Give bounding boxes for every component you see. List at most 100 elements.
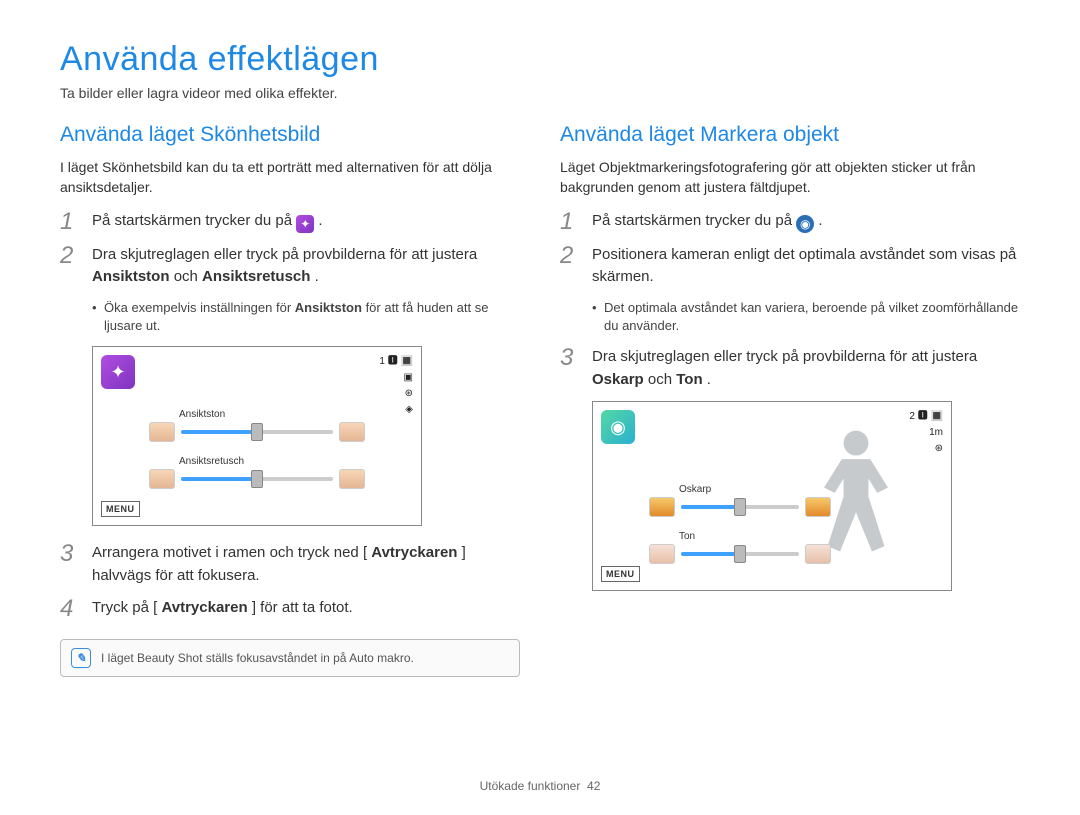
steps-beauty: 1 På startskärmen trycker du på ✦ . 2 Dr… <box>60 210 520 289</box>
page-subtitle: Ta bilder eller lagra videor med olika e… <box>60 85 1020 101</box>
step4-post: ] för att ta fotot. <box>252 599 353 616</box>
step-text: Dra skjutreglagen eller tryck på provbil… <box>592 346 1020 391</box>
bullet-list-object: Det optimala avståndet kan variera, bero… <box>592 299 1020 337</box>
step3-pre: Dra skjutreglagen eller tryck på provbil… <box>592 348 977 365</box>
slider-track[interactable] <box>681 505 799 509</box>
bullet-item: Öka exempelvis inställningen för Ansikts… <box>92 299 520 337</box>
step2-bold2: Ansiktsretusch <box>202 268 310 285</box>
step-text: På startskärmen trycker du på ✦ . <box>92 210 520 234</box>
camera-screen-beauty: ✦ 1 🅸 🔳 ▣ ⊛ ◈ Ansiktston <box>92 346 422 526</box>
flash-icon: ⊛ <box>379 387 413 401</box>
beauty-mode-icon: ✦ <box>296 215 314 233</box>
footer-page-number: 42 <box>587 779 600 793</box>
steps-object: 1 På startskärmen trycker du på ◉ . 2 Po… <box>560 210 1020 289</box>
sample-thumb-left[interactable] <box>149 422 175 442</box>
status-count-value: 1 <box>379 356 385 367</box>
slider-face-tone[interactable]: Ansiktston <box>149 409 365 442</box>
footer-section: Utökade funktioner <box>480 779 581 793</box>
step-1: 1 På startskärmen trycker du på ✦ . <box>60 210 520 234</box>
sample-thumb-left[interactable] <box>149 469 175 489</box>
left-column: Använda läget Skönhetsbild I läget Skönh… <box>60 123 520 677</box>
focus-icon: ◈ <box>379 403 413 417</box>
slider-face-retouch[interactable]: Ansiktsretusch <box>149 456 365 489</box>
page-footer: Utökade funktioner 42 <box>0 779 1080 793</box>
step-number: 2 <box>560 244 580 289</box>
step-4: 4 Tryck på [ Avtryckaren ] för att ta fo… <box>60 597 520 621</box>
step3-pre: Arrangera motivet i ramen och tryck ned … <box>92 544 367 561</box>
object-mode-badge-icon: ◉ <box>601 410 635 444</box>
slider-label: Oskarp <box>679 484 831 495</box>
step-text: Dra skjutreglagen eller tryck på provbil… <box>92 244 520 289</box>
content-columns: Använda läget Skönhetsbild I läget Skönh… <box>60 123 1020 677</box>
step1-prefix: På startskärmen trycker du på <box>92 212 296 229</box>
sample-thumb-right[interactable] <box>805 544 831 564</box>
step-3: 3 Dra skjutreglagen eller tryck på provb… <box>560 346 1020 391</box>
status-distance: 1m <box>909 426 943 440</box>
steps-object-2: 3 Dra skjutreglagen eller tryck på provb… <box>560 346 1020 391</box>
sliders-panel: Oskarp Ton <box>649 484 831 578</box>
sample-thumb-right[interactable] <box>339 422 365 442</box>
right-column: Använda läget Markera objekt Läget Objek… <box>560 123 1020 677</box>
section-intro-object: Läget Objektmarkeringsfotografering gör … <box>560 157 1020 198</box>
step-2: 2 Dra skjutreglagen eller tryck på provb… <box>60 244 520 289</box>
menu-button[interactable]: MENU <box>101 501 140 517</box>
slider-label: Ton <box>679 531 831 542</box>
step1-prefix: På startskärmen trycker du på <box>592 212 796 229</box>
step-text: Positionera kameran enligt det optimala … <box>592 244 1020 289</box>
sample-thumb-right[interactable] <box>339 469 365 489</box>
camera-screen-object: ◉ 2 🅸 🔳 1m ⊛ Oskarp <box>592 401 952 591</box>
steps-beauty-continued: 3 Arrangera motivet i ramen och tryck ne… <box>60 542 520 621</box>
section-intro-beauty: I läget Skönhetsbild kan du ta ett portr… <box>60 157 520 198</box>
slider-label: Ansiktsretusch <box>179 456 365 467</box>
section-heading-beauty: Använda läget Skönhetsbild <box>60 123 520 147</box>
page-title: Använda effektlägen <box>60 40 1020 79</box>
step2-mid: och <box>174 268 202 285</box>
step-number: 1 <box>60 210 80 234</box>
sample-thumb-left[interactable] <box>649 497 675 517</box>
step-number: 2 <box>60 244 80 289</box>
bullet-list-beauty: Öka exempelvis inställningen för Ansikts… <box>92 299 520 337</box>
bullet-pre: Öka exempelvis inställningen för <box>104 300 295 315</box>
flash-icon: ⊛ <box>909 442 943 456</box>
step2-bold1: Ansiktston <box>92 268 170 285</box>
note-icon: ✎ <box>71 648 91 668</box>
slider-blur[interactable]: Oskarp <box>649 484 831 517</box>
step-1: 1 På startskärmen trycker du på ◉ . <box>560 210 1020 234</box>
step-text: På startskärmen trycker du på ◉ . <box>592 210 1020 234</box>
status-column: 2 🅸 🔳 1m ⊛ <box>909 410 943 458</box>
section-heading-object: Använda läget Markera objekt <box>560 123 1020 147</box>
status-count: 2 🅸 🔳 <box>909 410 943 424</box>
step-text: Arrangera motivet i ramen och tryck ned … <box>92 542 520 587</box>
slider-track[interactable] <box>181 430 333 434</box>
step1-suffix: . <box>818 212 822 229</box>
step3-bold2: Ton <box>676 371 702 388</box>
sample-thumb-left[interactable] <box>649 544 675 564</box>
step-number: 4 <box>60 597 80 621</box>
step3-end: . <box>707 371 711 388</box>
step-number: 1 <box>560 210 580 234</box>
storage-icon: ▣ <box>379 371 413 385</box>
step3-bold1: Oskarp <box>592 371 644 388</box>
step4-pre: Tryck på [ <box>92 599 157 616</box>
slider-label: Ansiktston <box>179 409 365 420</box>
sliders-panel: Ansiktston Ansiktsretusch <box>149 409 365 503</box>
step-3: 3 Arrangera motivet i ramen och tryck ne… <box>60 542 520 587</box>
menu-button[interactable]: MENU <box>601 566 640 582</box>
slider-tone[interactable]: Ton <box>649 531 831 564</box>
status-column: 1 🅸 🔳 ▣ ⊛ ◈ <box>379 355 413 419</box>
step4-bold: Avtryckaren <box>161 599 247 616</box>
object-mode-icon: ◉ <box>796 215 814 233</box>
step2-pre: Dra skjutreglagen eller tryck på provbil… <box>92 246 477 263</box>
step3-bold: Avtryckaren <box>371 544 457 561</box>
slider-track[interactable] <box>181 477 333 481</box>
beauty-mode-badge-icon: ✦ <box>101 355 135 389</box>
step-text: Tryck på [ Avtryckaren ] för att ta foto… <box>92 597 520 621</box>
bullet-item: Det optimala avståndet kan variera, bero… <box>592 299 1020 337</box>
step2-end: . <box>315 268 319 285</box>
step-number: 3 <box>60 542 80 587</box>
step1-suffix: . <box>318 212 322 229</box>
sample-thumb-right[interactable] <box>805 497 831 517</box>
step3-mid: och <box>648 371 676 388</box>
slider-track[interactable] <box>681 552 799 556</box>
note-box: ✎ I läget Beauty Shot ställs fokusavstån… <box>60 639 520 677</box>
